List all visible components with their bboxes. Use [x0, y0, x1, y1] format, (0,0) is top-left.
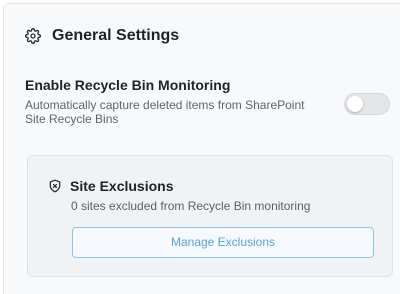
- site-exclusions-header: Site Exclusions: [48, 178, 173, 194]
- shield-x-icon: [48, 179, 62, 193]
- gear-icon: [25, 28, 41, 44]
- site-exclusions-title: Site Exclusions: [70, 178, 174, 194]
- manage-exclusions-button[interactable]: Manage Exclusions: [72, 227, 374, 258]
- section-title: General Settings: [52, 27, 180, 44]
- toggle-knob: [347, 96, 363, 112]
- site-exclusions-summary: 0 sites excluded from Recycle Bin monito…: [71, 199, 311, 213]
- settings-panel: General Settings Enable Recycle Bin Moni…: [3, 3, 400, 294]
- recycle-bin-monitoring-toggle[interactable]: [344, 93, 390, 115]
- site-exclusions-card: Site Exclusions 0 sites excluded from Re…: [27, 155, 393, 277]
- recycle-bin-monitoring-label: Enable Recycle Bin Monitoring: [25, 77, 231, 93]
- recycle-bin-monitoring-description: Automatically capture deleted items from…: [25, 98, 305, 126]
- general-settings-header: General Settings: [25, 27, 179, 45]
